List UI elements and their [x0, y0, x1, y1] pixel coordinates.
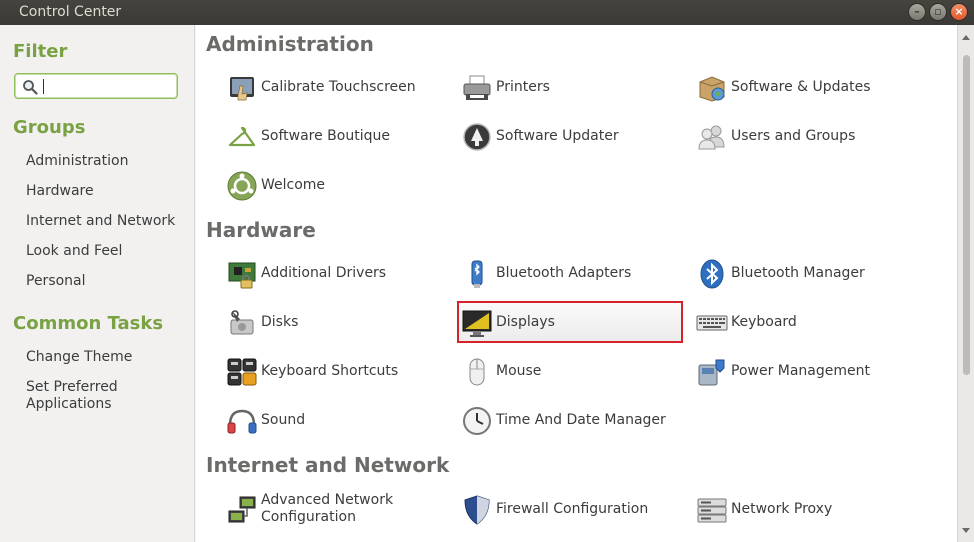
clock-icon	[463, 407, 491, 435]
network-icon	[228, 496, 256, 523]
item-label: Software Boutique	[261, 128, 390, 144]
vertical-scrollbar[interactable]	[957, 25, 974, 542]
item-keyboard-shortcuts[interactable]: Keyboard Shortcuts	[222, 350, 448, 392]
item-label: Network Proxy	[731, 501, 833, 517]
item-label: Advanced Network Configuration	[261, 492, 394, 525]
welcome-icon	[227, 171, 257, 201]
item-label: Time And Date Manager	[496, 412, 666, 428]
group-heading-hardware: Hardware	[206, 218, 316, 242]
item-software-updater[interactable]: Software Updater	[457, 115, 683, 157]
control-center-window: Control Center – ▫ × Filter Groups Admin…	[0, 0, 974, 542]
item-displays[interactable]: Displays	[457, 301, 683, 343]
item-bluetooth-manager[interactable]: Bluetooth Manager	[692, 252, 918, 294]
shortcuts-icon	[227, 358, 257, 386]
item-label: Firewall Configuration	[496, 501, 649, 517]
item-label: Keyboard Shortcuts	[261, 363, 399, 379]
window-title: Control Center	[19, 4, 122, 20]
item-users-and-groups[interactable]: Users and Groups	[692, 115, 918, 157]
item-mouse[interactable]: Mouse	[457, 350, 683, 392]
keyboard-icon	[696, 315, 728, 331]
scroll-thumb[interactable]	[963, 55, 970, 375]
item-label: Software Updater	[496, 128, 619, 144]
disk-icon	[230, 310, 254, 335]
hanger-icon	[228, 126, 256, 147]
maximize-button[interactable]: ▫	[929, 3, 947, 21]
sound-icon	[227, 409, 257, 434]
item-additional-drivers[interactable]: Additional Drivers	[222, 252, 448, 294]
group-heading-administration: Administration	[206, 32, 374, 56]
bluetooth-adapter-icon	[471, 260, 483, 288]
scroll-down-icon[interactable]	[962, 528, 970, 533]
bluetooth-icon	[700, 259, 724, 289]
sidebar-item-administration[interactable]: Administration	[26, 153, 186, 170]
item-software-updates[interactable]: Software & Updates	[692, 66, 918, 108]
users-icon	[698, 125, 725, 150]
task-change-theme[interactable]: Change Theme	[26, 349, 186, 366]
item-label: Sound	[261, 412, 306, 428]
item-label: Keyboard	[731, 314, 797, 330]
item-label: Calibrate Touchscreen	[261, 79, 416, 95]
software-updates-icon	[699, 76, 725, 102]
item-label: Mouse	[496, 363, 542, 379]
sidebar-item-internet-and-network[interactable]: Internet and Network	[26, 213, 186, 230]
common-tasks-heading: Common Tasks	[13, 313, 164, 334]
circuit-board-icon	[228, 262, 256, 289]
filter-heading: Filter	[13, 41, 68, 62]
item-firewall-configuration[interactable]: Firewall Configuration	[457, 488, 683, 530]
close-button[interactable]: ×	[950, 3, 968, 21]
sidebar-item-personal[interactable]: Personal	[26, 273, 186, 290]
title-bar: Control Center – ▫ ×	[0, 0, 974, 25]
text-caret	[43, 79, 44, 94]
item-sound[interactable]: Sound	[222, 399, 448, 441]
item-label: Power Management	[731, 363, 871, 379]
minimize-button[interactable]: –	[908, 3, 926, 21]
power-icon	[698, 359, 725, 386]
item-welcome[interactable]: Welcome	[222, 164, 448, 206]
firewall-icon	[464, 495, 490, 525]
search-icon	[23, 80, 38, 95]
item-power-management[interactable]: Power Management	[692, 350, 918, 392]
item-label: Welcome	[261, 177, 326, 193]
window-controls: – ▫ ×	[908, 3, 968, 21]
printer-icon	[463, 75, 491, 100]
main-content: Administration Calibrate Touchscreen Pri…	[196, 25, 957, 542]
item-label: Software & Updates	[731, 79, 871, 95]
item-disks[interactable]: Disks	[222, 301, 448, 343]
item-printers[interactable]: Printers	[457, 66, 683, 108]
item-network-proxy[interactable]: Network Proxy	[692, 488, 918, 530]
sidebar-item-look-and-feel[interactable]: Look and Feel	[26, 243, 186, 260]
item-time-and-date-manager[interactable]: Time And Date Manager	[457, 399, 683, 441]
mouse-icon	[469, 358, 485, 386]
scroll-up-icon[interactable]	[962, 35, 970, 40]
sidebar-item-hardware[interactable]: Hardware	[26, 183, 186, 200]
updater-icon	[463, 123, 491, 151]
item-keyboard[interactable]: Keyboard	[692, 301, 918, 343]
task-set-preferred-applications[interactable]: Set Preferred Applications	[26, 379, 146, 413]
item-label: Bluetooth Manager	[731, 265, 865, 281]
item-label: Displays	[496, 314, 555, 330]
group-heading-internet-and-network: Internet and Network	[206, 453, 450, 477]
touchscreen-icon	[230, 77, 254, 101]
item-bluetooth-adapters[interactable]: Bluetooth Adapters	[457, 252, 683, 294]
groups-heading: Groups	[13, 117, 86, 138]
item-label: Additional Drivers	[261, 265, 387, 281]
item-label: Printers	[496, 79, 550, 95]
item-label: Users and Groups	[731, 128, 856, 144]
item-calibrate-touchscreen[interactable]: Calibrate Touchscreen	[222, 66, 448, 108]
sidebar: Filter Groups Administration Hardware In…	[0, 25, 195, 542]
item-software-boutique[interactable]: Software Boutique	[222, 115, 448, 157]
item-advanced-network-configuration[interactable]: Advanced Network Configuration	[222, 488, 448, 530]
item-label: Disks	[261, 314, 299, 330]
proxy-icon	[697, 498, 727, 523]
item-label: Bluetooth Adapters	[496, 265, 632, 281]
search-input[interactable]	[14, 73, 178, 99]
display-icon	[462, 310, 492, 337]
